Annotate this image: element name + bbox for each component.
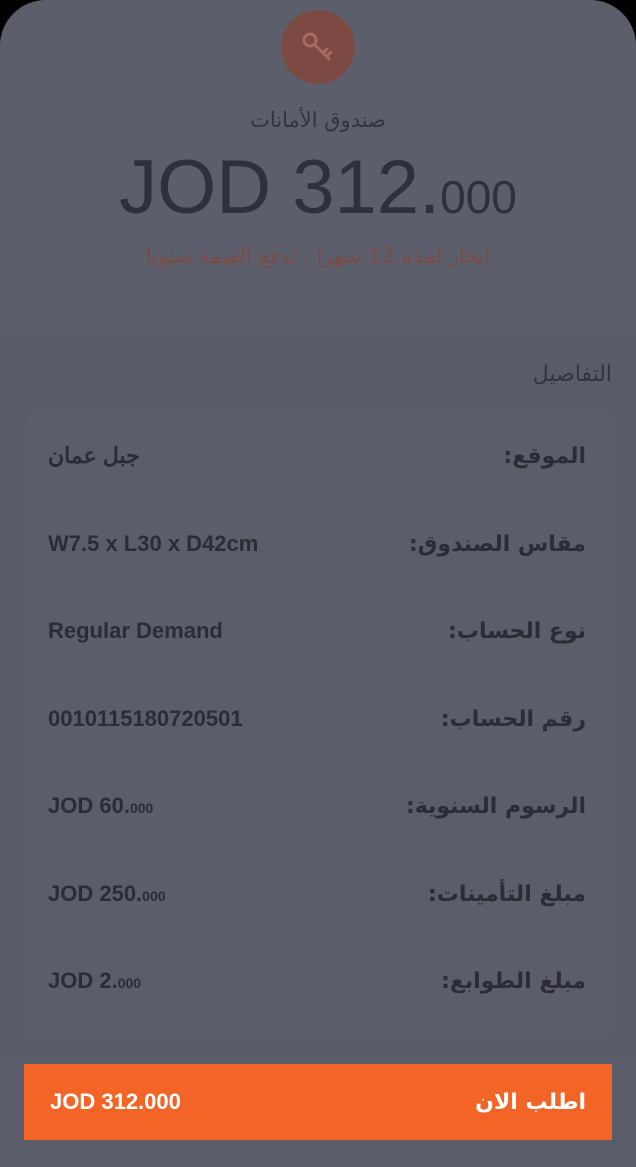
deposit-label: مبلغ التأمينات: [427,881,586,907]
detail-row-account-type: Regular Demand نوع الحساب: [24,601,612,661]
account-type-label: نوع الحساب: [448,618,586,644]
annual-fees-value: JOD 60.000 [24,793,153,819]
detail-row-box-size: W7.5 x L30 x D42cm مقاس الصندوق: [24,514,612,574]
stamps-value: JOD 2.000 [24,968,141,994]
location-value: جبل عمان [48,443,140,468]
deposit-amount: JOD 250. [48,881,143,906]
total-amount-main: JOD 312. [119,145,441,230]
product-title: صندوق الأمانات [250,108,386,132]
annual-fees-amount: JOD 60. [48,793,130,818]
box-size-value: W7.5 x L30 x D42cm [48,531,259,556]
rental-note: ايجار لمدة 12 شهرا ، تدفع القيمة سنويا [145,244,491,268]
detail-row-annual-fees: JOD 60.000 الرسوم السنوية: [24,776,612,836]
detail-row-stamps: JOD 2.000 مبلغ الطوابع: [24,951,612,1011]
detail-row-account-number: 0010115180720501 رقم الحساب: [24,689,612,749]
box-size-label: مقاس الصندوق: [408,531,586,557]
annual-fees-decimals: 000 [129,800,154,816]
screen: صندوق الأمانات JOD 312.000 ايجار لمدة 12… [0,0,636,1167]
order-now-button[interactable]: JOD 312.000 اطلب الان [24,1064,612,1140]
account-number-label: رقم الحساب: [440,706,586,732]
stamps-label: مبلغ الطوابع: [441,968,586,994]
stamps-amount: JOD 2. [48,968,118,993]
stamps-decimals: 000 [117,975,142,991]
deposit-decimals: 000 [142,888,166,904]
detail-row-deposit: JOD 250.000 مبلغ التأمينات: [24,864,612,924]
annual-fees-label: الرسوم السنوية: [405,793,586,819]
key-icon [302,32,332,61]
summary-card: صندوق الأمانات JOD 312.000 ايجار لمدة 12… [0,0,636,330]
account-type-value: Regular Demand [48,618,223,643]
location-label: الموقع: [503,443,586,469]
deposit-value: JOD 250.000 [24,881,166,907]
key-badge [281,10,355,84]
total-amount-decimals: 000 [440,171,517,223]
order-price: JOD 312.000 [50,1089,181,1114]
details-title: التفاصيل [532,362,612,387]
account-number-value: 0010115180720501 [48,706,243,731]
total-amount: JOD 312.000 [0,150,636,226]
order-now-label: اطلب الان [475,1089,586,1115]
detail-row-location: جبل عمان الموقع: [24,426,612,486]
